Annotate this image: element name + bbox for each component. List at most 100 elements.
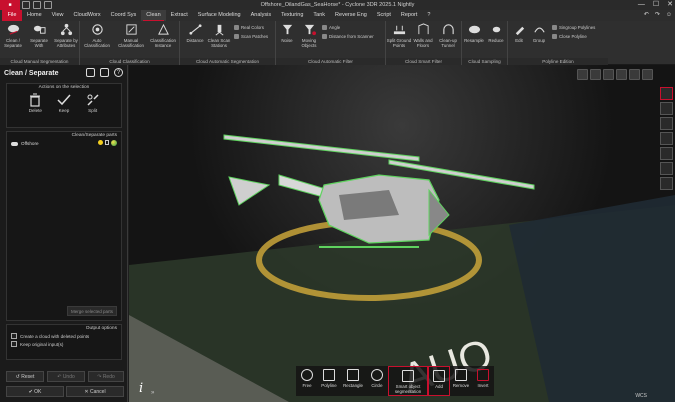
merge-selected-parts-button[interactable]: Merge selected parts bbox=[67, 306, 117, 316]
manual-classification-button[interactable]: Manual Classification bbox=[116, 23, 146, 48]
moving-objects-button[interactable]: Moving Objects bbox=[298, 23, 320, 48]
edit-button[interactable]: Edit bbox=[508, 23, 530, 43]
menu-coord-sys[interactable]: Coord Sys bbox=[106, 10, 142, 21]
close-polyline-button[interactable]: Close Polyline bbox=[552, 34, 587, 40]
brush-minus-icon[interactable] bbox=[629, 69, 640, 80]
minimize-button[interactable]: — bbox=[638, 0, 645, 10]
menu-file[interactable]: File bbox=[2, 10, 22, 21]
layers-icon[interactable] bbox=[660, 177, 673, 190]
split-button[interactable]: Split bbox=[83, 93, 103, 113]
checkbox-icon[interactable] bbox=[11, 341, 17, 347]
ground-icon[interactable] bbox=[660, 147, 673, 160]
window-title: Offshore_OilandGas_SeaHorse* - Cyclone 3… bbox=[260, 2, 415, 8]
menu-report[interactable]: Report bbox=[396, 10, 423, 21]
split-ground-button[interactable]: Split Ground Points bbox=[386, 23, 412, 48]
menu-texturing[interactable]: Texturing bbox=[276, 10, 308, 21]
clean-separate-button[interactable]: Clean / Separate bbox=[0, 23, 26, 48]
noise-button[interactable]: Noise bbox=[276, 23, 298, 43]
pencil-icon bbox=[515, 26, 524, 36]
circle-icon bbox=[371, 369, 383, 381]
smart-object-segmentation-button[interactable]: Smart object segmentation bbox=[388, 366, 428, 396]
redo-icon[interactable]: ↷ bbox=[655, 10, 660, 21]
cube-icon[interactable] bbox=[660, 162, 673, 175]
free-selection-button[interactable]: Free bbox=[296, 366, 318, 396]
resample-button[interactable]: Resample bbox=[462, 23, 486, 43]
menu-reverse-eng[interactable]: Reverse Eng bbox=[330, 10, 372, 21]
menu-analysis[interactable]: Analysis bbox=[246, 10, 276, 21]
menu-view[interactable]: View bbox=[47, 10, 69, 21]
keep-original-checkbox[interactable]: Keep original input(s) bbox=[7, 340, 121, 348]
polyline-selection-button[interactable]: Polyline bbox=[318, 366, 340, 396]
tag-icon[interactable] bbox=[642, 69, 653, 80]
reset-button[interactable]: ↺ Reset bbox=[6, 371, 44, 382]
lasso-icon[interactable] bbox=[590, 69, 601, 80]
menu-cloudworx[interactable]: CloudWorx bbox=[69, 10, 106, 21]
invert-button[interactable]: Invert bbox=[472, 366, 494, 396]
actions-title: Actions on the selection bbox=[38, 85, 90, 90]
distance-from-scanner-button[interactable]: Distance from Scanner bbox=[322, 34, 374, 40]
menu-surface-modeling[interactable]: Surface Modeling bbox=[193, 10, 246, 21]
menu-extract[interactable]: Extract bbox=[166, 10, 193, 21]
remove-button[interactable]: Remove bbox=[450, 366, 472, 396]
rectangle-selection-button[interactable]: Rectangle bbox=[340, 366, 366, 396]
ok-button[interactable]: ✔ OK bbox=[6, 386, 64, 397]
menu-clean[interactable]: Clean bbox=[141, 10, 166, 21]
walls-floors-button[interactable]: Walls and Floors bbox=[410, 23, 436, 48]
target-icon[interactable] bbox=[577, 69, 588, 80]
menu-home[interactable]: Home bbox=[22, 10, 47, 21]
person-icon[interactable] bbox=[660, 117, 673, 130]
user-icon[interactable]: ☺ bbox=[666, 10, 672, 21]
redo-button[interactable]: ↷ Redo bbox=[88, 371, 124, 382]
selection-toolbar: Free Polyline Rectangle Circle Smart obj… bbox=[296, 366, 494, 396]
create-cloud-deleted-checkbox[interactable]: Create a cloud with deleted points bbox=[7, 332, 121, 340]
list-item[interactable]: Offshore bbox=[7, 139, 121, 148]
walls-icon bbox=[417, 23, 429, 35]
close-button[interactable]: ✕ bbox=[667, 0, 673, 10]
brush-icon[interactable] bbox=[603, 69, 614, 80]
checkbox-icon[interactable] bbox=[11, 333, 17, 339]
delete-button[interactable]: Delete bbox=[25, 93, 45, 113]
navigate-icon[interactable] bbox=[660, 132, 673, 145]
color-icon[interactable] bbox=[111, 140, 117, 146]
reduce-button[interactable]: Reduce bbox=[484, 23, 508, 43]
distance-button[interactable]: Distance bbox=[182, 23, 208, 43]
maximize-button[interactable]: ☐ bbox=[653, 0, 659, 10]
clean-up-tunnel-button[interactable]: Clean-up Tunnel bbox=[434, 23, 462, 48]
menu-help[interactable]: ? bbox=[422, 10, 435, 21]
export-icon[interactable] bbox=[100, 68, 109, 77]
scan-station-icon bbox=[215, 24, 223, 36]
ribbon-group-label: Cloud Automatic Filter bbox=[276, 58, 385, 65]
brush-plus-icon[interactable] bbox=[616, 69, 627, 80]
measure-icon[interactable] bbox=[660, 102, 673, 115]
crosshair-icon[interactable] bbox=[660, 87, 673, 100]
add-button[interactable]: Add bbox=[428, 366, 450, 396]
info-button[interactable]: i bbox=[139, 381, 143, 396]
cancel-button[interactable]: ✕ Cancel bbox=[66, 386, 124, 397]
undo-icon[interactable]: ↶ bbox=[644, 10, 649, 21]
singroup-polylines-button[interactable]: Singroup Polylines bbox=[552, 25, 595, 31]
circle-selection-button[interactable]: Circle bbox=[366, 366, 388, 396]
keep-button[interactable]: Keep bbox=[54, 93, 74, 113]
manual-classification-icon bbox=[125, 24, 137, 35]
distance-icon bbox=[188, 24, 202, 35]
close-polyline-icon bbox=[552, 34, 557, 40]
auto-classification-button[interactable]: Auto Classification bbox=[82, 23, 112, 48]
reduce-icon bbox=[492, 26, 500, 33]
visibility-icon[interactable] bbox=[98, 140, 103, 145]
expand-button[interactable]: » bbox=[151, 390, 154, 396]
help-icon[interactable]: ? bbox=[114, 68, 123, 77]
menu-script[interactable]: Script bbox=[372, 10, 396, 21]
menu-tank[interactable]: Tank bbox=[308, 10, 330, 21]
group-button[interactable]: Group bbox=[528, 23, 550, 43]
separate-with-button[interactable]: Separate With bbox=[26, 23, 52, 48]
angle-button[interactable]: Angle bbox=[322, 25, 340, 31]
separate-by-attributes-button[interactable]: Separate by Attributes bbox=[52, 23, 80, 48]
real-colors-button[interactable]: Real Colors bbox=[234, 25, 264, 31]
scan-patches-button[interactable]: Scan Patches bbox=[234, 34, 268, 40]
3d-viewport[interactable]: AUO Free Polyline Rectangl bbox=[129, 65, 675, 402]
classification-instance-button[interactable]: Classification Instance bbox=[148, 23, 178, 48]
chat-icon[interactable] bbox=[86, 68, 95, 77]
clean-scan-stations-button[interactable]: Clean Scan Stations bbox=[206, 23, 232, 48]
lock-icon[interactable] bbox=[105, 140, 109, 145]
undo-button[interactable]: ↶ Undo bbox=[47, 371, 85, 382]
